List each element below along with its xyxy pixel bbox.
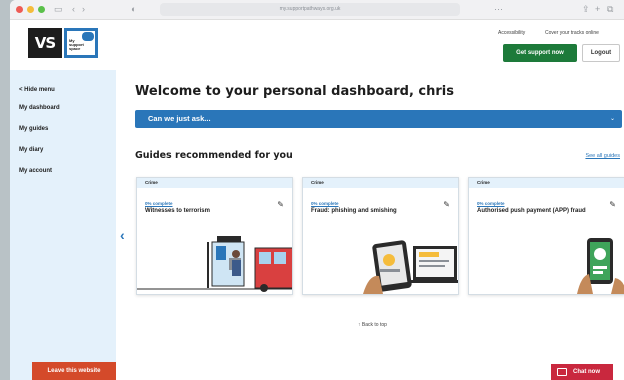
- minimize-window-button[interactable]: [27, 6, 34, 13]
- guide-card-phishing[interactable]: Crime 0% complete ✎ Fraud: phishing and …: [302, 177, 459, 295]
- see-all-guides-link[interactable]: See all guides: [585, 153, 620, 159]
- ask-accordion[interactable]: Can we just ask... ⌄: [135, 110, 622, 128]
- sidebar-item-dashboard[interactable]: My dashboard: [19, 105, 60, 111]
- window-controls: [16, 6, 45, 13]
- new-tab-icon[interactable]: +: [595, 4, 600, 15]
- share-icon[interactable]: ⇪: [582, 4, 590, 15]
- leave-website-button[interactable]: Leave this website: [32, 362, 116, 380]
- chat-now-label: Chat now: [573, 369, 600, 375]
- logout-button[interactable]: Logout: [582, 44, 620, 62]
- phishing-illustration: [303, 224, 458, 294]
- edit-icon[interactable]: ✎: [609, 200, 616, 209]
- card-progress-link[interactable]: 0% complete: [145, 201, 173, 206]
- edit-icon[interactable]: ✎: [443, 200, 450, 209]
- site-header: VS My support space Accessibility Cover …: [10, 20, 624, 70]
- chat-icon: [557, 368, 567, 376]
- back-icon[interactable]: ‹: [72, 4, 75, 15]
- accessibility-link[interactable]: Accessibility: [498, 30, 525, 36]
- back-to-top-link[interactable]: ↑ Back to top: [358, 322, 387, 328]
- get-support-button[interactable]: Get support now: [503, 44, 577, 62]
- sidebar-toggle-icon[interactable]: ▭: [54, 4, 63, 15]
- guides-heading: Guides recommended for you: [135, 150, 293, 161]
- more-icon[interactable]: ⋯: [494, 4, 503, 15]
- chevron-down-icon: ⌄: [609, 116, 615, 122]
- bus-stop-illustration: [137, 224, 292, 294]
- forward-icon[interactable]: ›: [82, 4, 85, 15]
- guide-card-app-fraud[interactable]: Crime 0% complete ✎ Authorised push paym…: [468, 177, 624, 295]
- sidebar-item-account[interactable]: My account: [19, 168, 52, 174]
- sidebar-nav: < Hide menu My dashboard My guides My di…: [10, 70, 116, 380]
- browser-window: ▭ ‹ › ◐ my.supportpathways.org.uk ⋯ ⇪ + …: [10, 0, 624, 380]
- hide-menu-link[interactable]: < Hide menu: [19, 87, 55, 93]
- logo-vs-mark: VS: [28, 28, 62, 58]
- card-category-tag: Crime: [303, 178, 458, 188]
- page-settings-icon[interactable]: ◐: [131, 4, 136, 15]
- address-bar[interactable]: my.supportpathways.org.uk: [160, 3, 460, 16]
- card-category-tag: Crime: [469, 178, 624, 188]
- zoom-window-button[interactable]: [38, 6, 45, 13]
- card-title: Fraud: phishing and smishing: [311, 208, 397, 214]
- browser-toolbar: ▭ ‹ › ◐ my.supportpathways.org.uk ⋯ ⇪ + …: [10, 0, 624, 20]
- tab-overview-icon[interactable]: ⧉: [607, 4, 613, 15]
- chat-now-button[interactable]: Chat now: [551, 364, 613, 380]
- card-progress-link[interactable]: 0% complete: [477, 201, 505, 206]
- close-window-button[interactable]: [16, 6, 23, 13]
- card-title: Authorised push payment (APP) fraud: [477, 208, 586, 214]
- main-content: Welcome to your personal dashboard, chri…: [116, 70, 624, 380]
- payment-fraud-illustration: [469, 224, 624, 294]
- cover-tracks-link[interactable]: Cover your tracks online: [545, 30, 599, 36]
- site-logo[interactable]: VS My support space: [28, 28, 98, 58]
- sidebar-item-guides[interactable]: My guides: [19, 126, 48, 132]
- card-progress-link[interactable]: 0% complete: [311, 201, 339, 206]
- edit-icon[interactable]: ✎: [277, 200, 284, 209]
- guide-card-terrorism[interactable]: Crime 0% complete ✎ Witnesses to terrori…: [136, 177, 293, 295]
- carousel-prev-icon[interactable]: ‹: [120, 227, 125, 243]
- page-title: Welcome to your personal dashboard, chri…: [135, 84, 454, 99]
- logo-box-text: My support space: [69, 38, 84, 51]
- ask-accordion-label: Can we just ask...: [148, 114, 211, 123]
- sidebar-item-diary[interactable]: My diary: [19, 147, 43, 153]
- card-title: Witnesses to terrorism: [145, 208, 210, 214]
- logo-support-mark: My support space: [64, 28, 98, 58]
- card-category-tag: Crime: [137, 178, 292, 188]
